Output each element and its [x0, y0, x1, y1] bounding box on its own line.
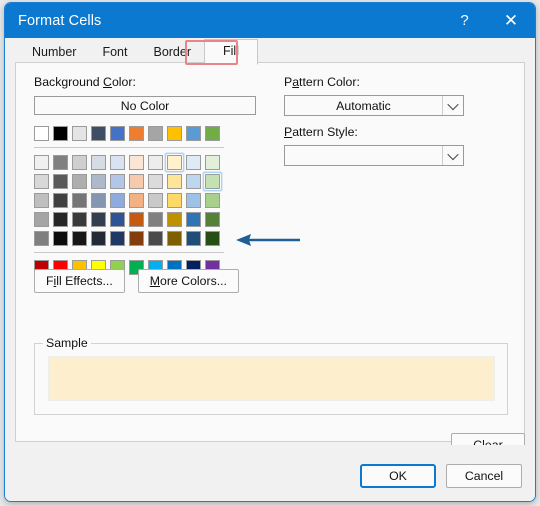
background-color-palette[interactable]: [34, 126, 224, 275]
color-swatch-2-3[interactable]: [91, 193, 106, 208]
color-swatch-1-4[interactable]: [110, 174, 125, 189]
color-swatch-3-8[interactable]: [186, 212, 201, 227]
color-swatch-0-3[interactable]: [91, 155, 106, 170]
color-swatch-theme-0[interactable]: [34, 126, 49, 141]
color-swatch-2-8[interactable]: [186, 193, 201, 208]
color-swatch-4-4[interactable]: [110, 231, 125, 246]
pattern-color-value: Automatic: [336, 98, 391, 113]
color-swatch-4-6[interactable]: [148, 231, 163, 246]
color-swatch-2-7[interactable]: [167, 193, 182, 208]
no-color-button[interactable]: No Color: [34, 96, 256, 115]
color-swatch-2-4[interactable]: [110, 193, 125, 208]
chevron-down-icon[interactable]: [442, 96, 463, 115]
pattern-color-label: Pattern Color:: [284, 75, 360, 89]
color-swatch-0-1[interactable]: [53, 155, 68, 170]
fill-tab-panel: Background Color: No Color Pattern Color…: [15, 62, 525, 442]
color-swatch-1-5[interactable]: [129, 174, 144, 189]
sample-group: Sample: [34, 336, 508, 415]
color-swatch-3-5[interactable]: [129, 212, 144, 227]
color-swatch-theme-3[interactable]: [91, 126, 106, 141]
color-swatch-theme-8[interactable]: [186, 126, 201, 141]
color-swatch-1-8[interactable]: [186, 174, 201, 189]
background-color-section: Background Color: No Color: [34, 75, 256, 275]
color-swatch-1-7[interactable]: [167, 174, 182, 189]
palette-divider-top: [34, 147, 224, 148]
color-swatch-0-7[interactable]: [164, 152, 185, 173]
color-swatch-4-0[interactable]: [34, 231, 49, 246]
color-swatch-1-6[interactable]: [148, 174, 163, 189]
color-swatch-3-1[interactable]: [53, 212, 68, 227]
window-controls: ? ✕: [442, 3, 535, 38]
color-swatch-1-0[interactable]: [34, 174, 49, 189]
color-swatch-theme-7[interactable]: [167, 126, 182, 141]
sample-group-label: Sample: [43, 336, 91, 350]
chevron-down-icon[interactable]: [442, 146, 463, 165]
color-swatch-3-0[interactable]: [34, 212, 49, 227]
color-swatch-3-7[interactable]: [167, 212, 182, 227]
color-swatch-2-0[interactable]: [34, 193, 49, 208]
color-swatch-theme-1[interactable]: [53, 126, 68, 141]
color-swatch-0-8[interactable]: [186, 155, 201, 170]
color-swatch-0-4[interactable]: [110, 155, 125, 170]
color-swatch-2-6[interactable]: [148, 193, 163, 208]
color-swatch-2-9[interactable]: [205, 193, 220, 208]
color-swatch-1-2[interactable]: [72, 174, 87, 189]
ok-button[interactable]: OK: [360, 464, 436, 488]
help-icon[interactable]: ?: [442, 3, 487, 38]
tab-fill[interactable]: Fill: [204, 39, 258, 65]
background-color-label: Background Color:: [34, 75, 136, 89]
footer-buttons: OK Cancel: [360, 464, 522, 488]
color-swatch-theme-2[interactable]: [72, 126, 87, 141]
palette-tint-row: [34, 171, 224, 192]
color-swatch-0-6[interactable]: [148, 155, 163, 170]
color-swatch-3-6[interactable]: [148, 212, 163, 227]
palette-divider-bottom: [34, 252, 224, 253]
pattern-style-label: Pattern Style:: [284, 125, 358, 139]
color-swatch-4-7[interactable]: [167, 231, 182, 246]
color-swatch-0-5[interactable]: [129, 155, 144, 170]
color-swatch-4-9[interactable]: [205, 231, 220, 246]
pattern-section: Pattern Color: Automatic Pattern Style:: [284, 75, 464, 166]
palette-tint-row: [34, 152, 224, 173]
color-swatch-4-8[interactable]: [186, 231, 201, 246]
color-swatch-2-5[interactable]: [129, 193, 144, 208]
color-swatch-3-2[interactable]: [72, 212, 87, 227]
pattern-style-combobox[interactable]: [284, 145, 464, 166]
color-swatch-theme-6[interactable]: [148, 126, 163, 141]
more-colors-button[interactable]: More Colors...: [137, 269, 239, 293]
color-swatch-1-1[interactable]: [53, 174, 68, 189]
color-swatch-0-9[interactable]: [205, 155, 220, 170]
color-swatch-2-1[interactable]: [53, 193, 68, 208]
title-bar: Format Cells ? ✕: [5, 3, 535, 38]
color-swatch-0-2[interactable]: [72, 155, 87, 170]
pattern-color-combobox[interactable]: Automatic: [284, 95, 464, 116]
palette-tint-row: [34, 231, 224, 246]
color-swatch-1-9[interactable]: [202, 171, 223, 192]
format-cells-dialog: Format Cells ? ✕ Number Font Border Fill…: [4, 2, 536, 502]
close-icon[interactable]: ✕: [487, 3, 535, 38]
fill-effects-button[interactable]: Fi ll Effects...: [34, 269, 125, 293]
color-swatch-3-3[interactable]: [91, 212, 106, 227]
color-swatch-1-3[interactable]: [91, 174, 106, 189]
color-swatch-2-2[interactable]: [72, 193, 87, 208]
sample-preview: [48, 356, 495, 401]
color-swatch-0-0[interactable]: [34, 155, 49, 170]
color-swatch-4-3[interactable]: [91, 231, 106, 246]
window-title: Format Cells: [18, 12, 102, 29]
effect-buttons-row: Fi ll Effects... More Colors...: [34, 269, 239, 293]
color-swatch-3-9[interactable]: [205, 212, 220, 227]
color-swatch-theme-5[interactable]: [129, 126, 144, 141]
color-swatch-theme-4[interactable]: [110, 126, 125, 141]
tab-strip: Number Font Border Fill: [5, 38, 535, 65]
color-swatch-4-2[interactable]: [72, 231, 87, 246]
dialog-footer: OK Cancel: [5, 445, 535, 501]
color-swatch-4-1[interactable]: [53, 231, 68, 246]
color-swatch-theme-9[interactable]: [205, 126, 220, 141]
cancel-button[interactable]: Cancel: [446, 464, 522, 488]
color-swatch-3-4[interactable]: [110, 212, 125, 227]
palette-tint-row: [34, 193, 224, 208]
palette-tint-row: [34, 212, 224, 227]
color-swatch-4-5[interactable]: [129, 231, 144, 246]
palette-header-row: [34, 126, 224, 141]
